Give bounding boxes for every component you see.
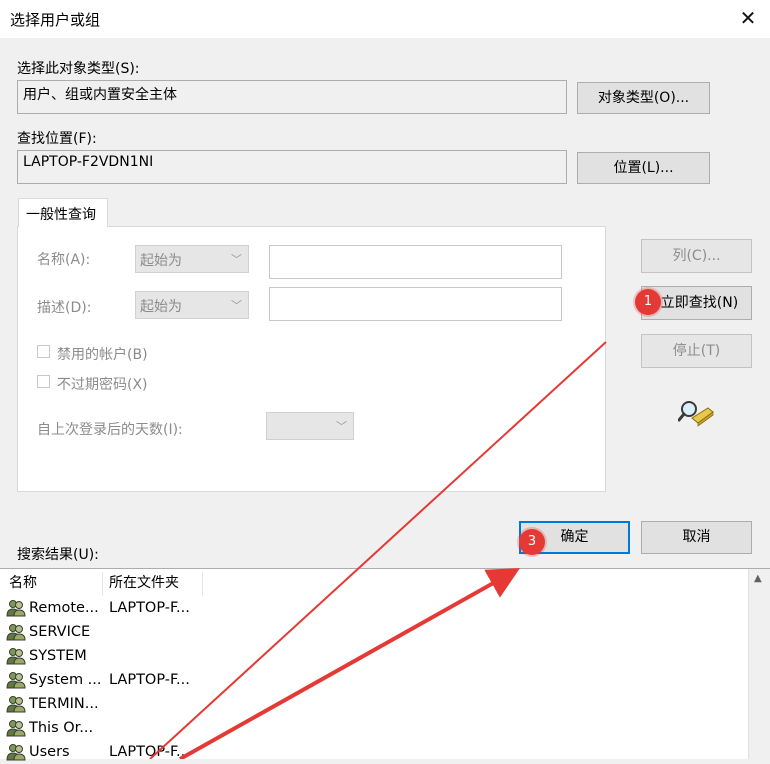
- column-header-name[interactable]: 名称: [9, 570, 101, 596]
- cancel-button[interactable]: 取消: [641, 521, 752, 554]
- row-folder: LAPTOP-F...: [109, 600, 190, 616]
- row-folder: LAPTOP-F...: [109, 744, 190, 760]
- object-types-button[interactable]: 对象类型(O)...: [577, 82, 710, 114]
- table-row[interactable]: This Or...: [0, 716, 748, 740]
- description-mode-value: 起始为: [140, 299, 182, 315]
- days-since-login-select[interactable]: ﹀: [266, 412, 354, 440]
- disabled-accounts-label: 禁用的帐户(B): [57, 347, 148, 363]
- step-badge-3: 3: [519, 529, 545, 555]
- columns-button[interactable]: 列(C)...: [641, 239, 752, 273]
- row-name: This Or...: [29, 720, 94, 736]
- object-type-label: 选择此对象类型(S):: [17, 61, 140, 77]
- disabled-accounts-checkbox[interactable]: [37, 345, 50, 358]
- table-row[interactable]: System ... LAPTOP-F...: [0, 668, 748, 692]
- search-directory-icon: [678, 401, 714, 427]
- user-group-icon: [6, 600, 26, 617]
- name-mode-select[interactable]: 起始为 ﹀: [135, 245, 249, 273]
- location-value: LAPTOP-F2VDN1NI: [23, 154, 154, 170]
- object-type-value: 用户、组或内置安全主体: [23, 87, 177, 103]
- title-bar: [0, 0, 770, 38]
- non-expiring-password-label: 不过期密码(X): [57, 377, 148, 393]
- object-type-field: 用户、组或内置安全主体: [17, 80, 567, 114]
- table-row[interactable]: SERVICE: [0, 620, 748, 644]
- row-name: SYSTEM: [29, 648, 87, 664]
- search-results-label: 搜索结果(U):: [17, 547, 99, 563]
- table-row[interactable]: TERMIN...: [0, 692, 748, 716]
- description-label: 描述(D):: [37, 300, 92, 316]
- row-name: SERVICE: [29, 624, 91, 640]
- user-group-icon: [6, 672, 26, 689]
- results-scrollbar[interactable]: ▲: [748, 569, 770, 759]
- scroll-up-icon[interactable]: ▲: [754, 573, 762, 584]
- location-label: 查找位置(F):: [17, 131, 97, 147]
- results-rows: Remote... LAPTOP-F... SERVICE SYSTEM Sys…: [0, 596, 748, 764]
- tab-general-query[interactable]: 一般性查询: [18, 198, 108, 227]
- user-group-icon: [6, 624, 26, 641]
- column-separator[interactable]: [202, 572, 203, 596]
- user-group-icon: [6, 720, 26, 737]
- stop-button[interactable]: 停止(T): [641, 334, 752, 368]
- table-row[interactable]: Users LAPTOP-F...: [0, 740, 748, 764]
- user-group-icon: [6, 696, 26, 713]
- non-expiring-password-checkbox[interactable]: [37, 375, 50, 388]
- chevron-down-icon: ﹀: [231, 299, 242, 312]
- table-row[interactable]: Remote... LAPTOP-F...: [0, 596, 748, 620]
- row-folder: LAPTOP-F...: [109, 672, 190, 688]
- row-name: System ...: [29, 672, 102, 688]
- name-input[interactable]: [269, 245, 562, 279]
- chevron-down-icon: ﹀: [231, 253, 242, 266]
- column-separator[interactable]: [102, 572, 103, 596]
- description-input[interactable]: [269, 287, 562, 321]
- step-badge-1: 1: [635, 289, 661, 315]
- user-group-icon: [6, 744, 26, 761]
- column-header-folder[interactable]: 所在文件夹: [109, 570, 201, 596]
- chevron-down-icon: ﹀: [336, 420, 347, 433]
- name-label: 名称(A):: [37, 252, 91, 268]
- row-name: TERMIN...: [29, 696, 99, 712]
- row-name: Remote...: [29, 600, 99, 616]
- row-name: Users: [29, 744, 70, 760]
- user-group-icon: [6, 648, 26, 665]
- days-since-login-label: 自上次登录后的天数(I):: [37, 422, 183, 438]
- table-row[interactable]: SYSTEM: [0, 644, 748, 668]
- locations-button[interactable]: 位置(L)...: [577, 152, 710, 184]
- description-mode-select[interactable]: 起始为 ﹀: [135, 291, 249, 319]
- name-mode-value: 起始为: [140, 253, 182, 269]
- location-field: LAPTOP-F2VDN1NI: [17, 150, 567, 184]
- window-title: 选择用户或组: [10, 11, 101, 29]
- close-button[interactable]: ✕: [738, 6, 758, 30]
